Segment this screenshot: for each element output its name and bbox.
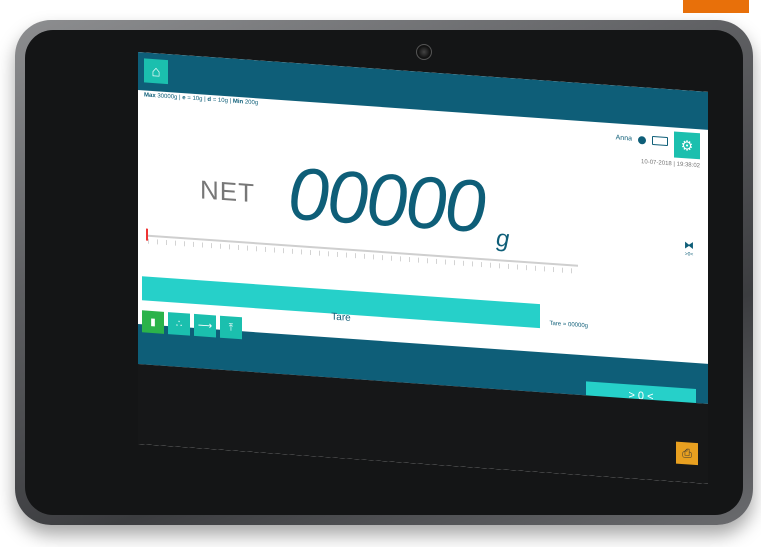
user-status: Anna: [615, 133, 668, 147]
datetime: 10-07-2018 | 19:38:02: [641, 159, 700, 170]
e-label: e: [182, 95, 186, 102]
min-label: Min: [232, 98, 244, 106]
weight-reading: 00000: [288, 151, 484, 249]
camera-icon: [416, 44, 432, 60]
d-value: = 10g: [212, 97, 228, 105]
max-label: Max: [144, 92, 156, 100]
tare-info: Tare = 00000g: [549, 320, 588, 330]
net-label: NET: [200, 174, 255, 209]
settings-button[interactable]: ⚙: [674, 131, 700, 160]
min-value: 200g: [244, 99, 259, 107]
print-button[interactable]: ⎙: [676, 441, 698, 466]
bar-chart-icon: ▮: [150, 316, 156, 328]
statistics-button[interactable]: ▮: [142, 310, 164, 334]
zero-indicator-icon: ⧓ >0<: [684, 240, 694, 258]
capacity-bar: [148, 234, 578, 277]
weight-unit: g: [496, 225, 510, 253]
battery-icon: [652, 135, 668, 147]
zero-indicator-label: >0<: [684, 251, 694, 258]
upload-icon: ⤒: [228, 321, 234, 334]
user-icon: [638, 135, 646, 145]
export-button[interactable]: ⤒: [220, 315, 242, 340]
e-value: = 10g: [187, 95, 203, 103]
printer-icon: ⎙: [682, 445, 692, 461]
user-name: Anna: [615, 134, 632, 143]
formula-button[interactable]: ⟶: [194, 313, 216, 338]
home-icon: ⌂: [151, 62, 161, 81]
corner-accent-tab: [683, 0, 749, 13]
stack-icon: ∴: [175, 318, 183, 330]
home-button[interactable]: ⌂: [144, 58, 168, 85]
settings-icon: ⚙: [680, 136, 694, 154]
formula-icon: ⟶: [197, 319, 213, 332]
max-value: 30000g: [157, 93, 178, 101]
d-label: d: [207, 96, 212, 104]
counting-button[interactable]: ∴: [168, 312, 190, 336]
tare-label: Tare: [331, 311, 351, 324]
scale-app-screen: ⌂ Max 30000g | e = 10g | d = 10g | Min 2…: [138, 52, 708, 484]
